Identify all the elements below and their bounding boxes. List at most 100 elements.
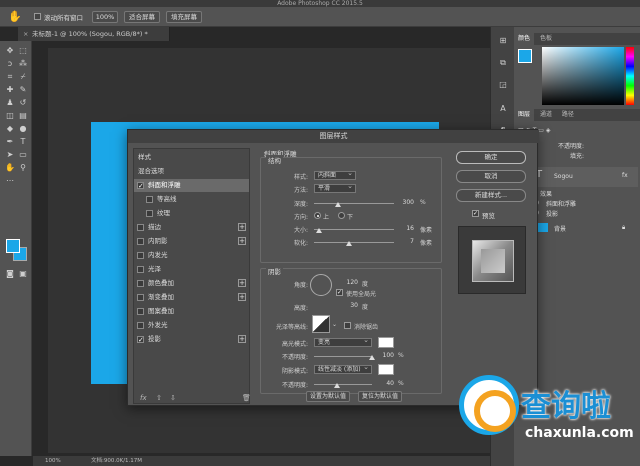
path-select-icon[interactable]: ➤	[4, 149, 16, 161]
hand-icon[interactable]: ✋	[4, 162, 16, 174]
antialias-checkbox[interactable]	[344, 322, 351, 329]
angle-value[interactable]: 120	[344, 278, 358, 287]
screen-mode-icon[interactable]: ▣	[17, 268, 29, 280]
bevel-style-select[interactable]: 内斜面	[314, 170, 356, 180]
satin-checkbox[interactable]	[137, 266, 144, 273]
hue-slider[interactable]	[626, 47, 634, 105]
style-item-stroke[interactable]: 描边 +	[134, 221, 249, 234]
hl-opacity-slider-knob[interactable]	[369, 355, 375, 360]
tab-swatches[interactable]: 色板	[536, 33, 556, 45]
dodge-tool-icon[interactable]: ●	[17, 123, 29, 135]
type-tool-icon[interactable]: T	[17, 136, 29, 148]
close-tab-icon[interactable]: ×	[23, 27, 28, 41]
style-item-inner-shadow[interactable]: 内阴影 +	[134, 235, 249, 248]
inner-shadow-checkbox[interactable]	[137, 238, 144, 245]
preview-checkbox[interactable]: ✓	[472, 210, 479, 217]
blur-tool-icon[interactable]: ◆	[4, 123, 16, 135]
sh-opacity-value[interactable]: 40	[376, 379, 394, 388]
document-tab[interactable]: × 未标题-1 @ 100% (Sogou, RGB/8*) *	[18, 27, 170, 41]
texture-checkbox[interactable]	[146, 210, 153, 217]
depth-slider-track[interactable]	[314, 203, 394, 204]
tab-layers[interactable]: 图层	[514, 109, 535, 121]
bevel-checkbox[interactable]	[137, 180, 144, 193]
add-gradient-overlay-icon[interactable]: +	[238, 293, 246, 301]
tab-color[interactable]: 颜色	[514, 33, 535, 45]
gradient-tool-icon[interactable]: ▤	[17, 110, 29, 122]
add-drop-shadow-icon[interactable]: +	[238, 335, 246, 343]
lasso-tool-icon[interactable]: ↄ	[4, 58, 16, 70]
hand-tool-icon[interactable]: ✋	[8, 10, 22, 23]
style-item-pattern-overlay[interactable]: 图案叠加	[134, 305, 249, 318]
depth-value[interactable]: 300	[396, 198, 414, 207]
move-tool-icon[interactable]: ✥	[4, 45, 16, 57]
direction-down-radio[interactable]	[338, 212, 345, 219]
zoom-100-button[interactable]: 100%	[92, 11, 118, 23]
ok-button[interactable]: 确定	[456, 151, 526, 164]
technique-select[interactable]: 平滑	[314, 183, 356, 193]
altitude-value[interactable]: 30	[344, 301, 358, 310]
contour-dropdown-icon[interactable]: ⌄	[332, 321, 337, 328]
fx-menu-icon[interactable]: fx	[140, 394, 147, 402]
character-panel-icon[interactable]: A	[497, 103, 509, 115]
sh-opacity-slider-knob[interactable]	[334, 383, 341, 388]
brush-tool-icon[interactable]: ✎	[17, 84, 29, 96]
move-up-icon[interactable]: ⇧	[156, 394, 162, 402]
quick-mask-icon[interactable]: ◙	[4, 268, 16, 280]
gloss-contour-picker[interactable]	[312, 315, 330, 333]
history-panel-icon[interactable]: ⊞	[497, 35, 509, 47]
outer-glow-checkbox[interactable]	[137, 322, 144, 329]
drop-shadow-checkbox[interactable]	[137, 334, 144, 347]
style-item-outer-glow[interactable]: 外发光	[134, 319, 249, 332]
zoom-tool-icon[interactable]: ⚲	[17, 162, 29, 174]
move-down-icon[interactable]: ⇩	[170, 394, 176, 402]
shadow-mode-select[interactable]: 线性减淡 (添加)	[314, 364, 372, 374]
properties-panel-icon[interactable]: ◲	[497, 79, 509, 91]
color-overlay-checkbox[interactable]	[137, 280, 144, 287]
pen-tool-icon[interactable]: ✒	[4, 136, 16, 148]
trash-icon[interactable]: 🗑︎	[242, 394, 251, 402]
color-picker-field[interactable]	[542, 47, 624, 105]
add-color-overlay-icon[interactable]: +	[238, 279, 246, 287]
style-item-gradient-overlay[interactable]: 渐变叠加 +	[134, 291, 249, 304]
inner-glow-checkbox[interactable]	[137, 252, 144, 259]
color-panel-fg-swatch[interactable]	[518, 49, 532, 63]
style-item-contour[interactable]: 等高线	[134, 193, 249, 206]
shape-tool-icon[interactable]: ▭	[17, 149, 29, 161]
style-item-blending[interactable]: 混合选项	[134, 165, 249, 178]
magic-wand-icon[interactable]: ⁂	[17, 58, 29, 70]
size-slider-knob[interactable]	[315, 228, 322, 233]
style-item-bevel[interactable]: 斜面和浮雕	[134, 179, 249, 193]
clone-stamp-icon[interactable]: ♟	[4, 97, 16, 109]
new-style-button[interactable]: 新建样式...	[456, 189, 526, 202]
style-item-satin[interactable]: 光泽	[134, 263, 249, 276]
style-item-inner-glow[interactable]: 内发光	[134, 249, 249, 262]
eraser-icon[interactable]: ◫	[4, 110, 16, 122]
angle-dial[interactable]	[310, 274, 332, 296]
tab-channels[interactable]: 通道	[536, 109, 556, 121]
size-value[interactable]: 16	[396, 224, 414, 233]
depth-slider-knob[interactable]	[335, 202, 341, 207]
fill-screen-button[interactable]: 填充屏幕	[166, 11, 202, 23]
scroll-all-checkbox[interactable]	[34, 13, 41, 20]
highlight-mode-select[interactable]: 变亮	[314, 337, 372, 347]
set-default-button[interactable]: 设置为默认值	[306, 391, 350, 402]
soften-value[interactable]: 7	[396, 237, 414, 246]
marquee-tool-icon[interactable]: ⬚	[17, 45, 29, 57]
direction-up-radio[interactable]	[314, 212, 321, 219]
hl-opacity-slider-track[interactable]	[314, 356, 372, 357]
history-brush-icon[interactable]: ↺	[17, 97, 29, 109]
global-light-checkbox[interactable]: ✓	[336, 289, 343, 296]
reset-default-button[interactable]: 复位为默认值	[358, 391, 402, 402]
style-item-texture[interactable]: 纹理	[134, 207, 249, 220]
style-item-drop-shadow[interactable]: 投影+	[134, 333, 249, 347]
soften-slider-knob[interactable]	[346, 241, 353, 246]
cancel-button[interactable]: 取消	[456, 170, 526, 183]
add-inner-shadow-icon[interactable]: +	[238, 237, 246, 245]
shadow-color-swatch[interactable]	[378, 364, 394, 375]
eyedropper-icon[interactable]: ⌿	[17, 71, 29, 83]
healing-brush-icon[interactable]: ✚	[4, 84, 16, 96]
hl-opacity-value[interactable]: 100	[376, 351, 394, 360]
size-slider-track[interactable]	[314, 229, 394, 230]
style-item-color-overlay[interactable]: 颜色叠加 +	[134, 277, 249, 290]
stroke-checkbox[interactable]	[137, 224, 144, 231]
